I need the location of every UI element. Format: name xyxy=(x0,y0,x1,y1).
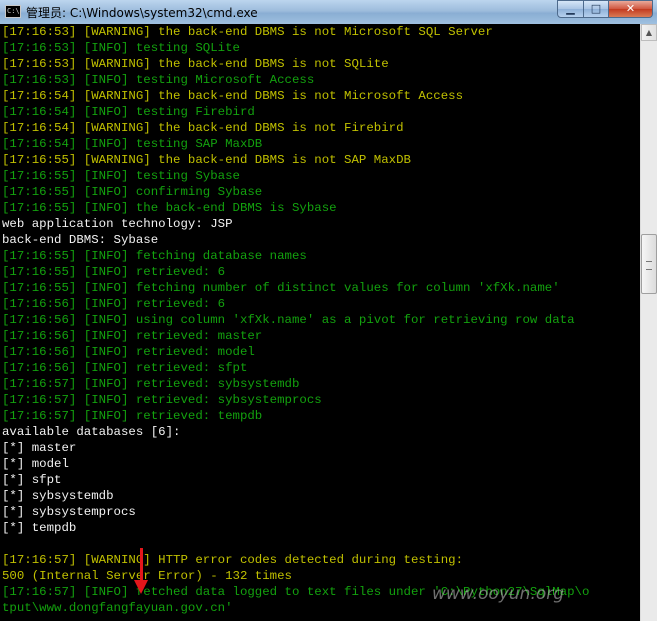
red-arrow-head-icon xyxy=(134,580,148,594)
watermark: www.ooyun.org xyxy=(432,584,565,604)
scroll-up-arrow-icon: ▲ xyxy=(645,28,653,37)
console-line: [17:16:53] [WARNING] the back-end DBMS i… xyxy=(2,57,389,71)
console-line: [17:16:54] [INFO] testing SAP MaxDB xyxy=(2,137,263,151)
console-line: back-end DBMS: Sybase xyxy=(2,233,159,247)
console-line: [*] sybsystemdb xyxy=(2,489,114,503)
window-title: 管理员: C:\Windows\system32\cmd.exe xyxy=(26,6,258,20)
console-line: [17:16:55] [INFO] fetching number of dis… xyxy=(2,281,560,295)
console-line: [17:16:56] [INFO] retrieved: sfpt xyxy=(2,361,248,375)
console-line: [*] sybsystemprocs xyxy=(2,505,136,519)
maximize-button[interactable]: □ xyxy=(583,0,609,18)
console-line: [17:16:54] [WARNING] the back-end DBMS i… xyxy=(2,121,404,135)
console-line: [17:16:54] [INFO] testing Firebird xyxy=(2,105,255,119)
console-line: [17:16:55] [WARNING] the back-end DBMS i… xyxy=(2,153,411,167)
console-line: [*] model xyxy=(2,457,69,471)
scroll-up-button[interactable]: ▲ xyxy=(641,24,657,41)
red-down-arrow-icon xyxy=(140,548,143,582)
close-icon: ✕ xyxy=(625,2,636,15)
console-line: [17:16:55] [INFO] confirming Sybase xyxy=(2,185,263,199)
vertical-scrollbar[interactable]: ▲ xyxy=(640,24,657,621)
console-line: [17:16:56] [INFO] using column 'xfXk.nam… xyxy=(2,313,575,327)
cmd-window: C:\ 管理员: C:\Windows\system32\cmd.exe ▁ □… xyxy=(0,0,657,621)
maximize-icon: □ xyxy=(590,2,602,15)
console-line: [17:16:55] [INFO] the back-end DBMS is S… xyxy=(2,201,337,215)
grip-icon xyxy=(646,261,652,270)
console-line: [*] tempdb xyxy=(2,521,77,535)
close-button[interactable]: ✕ xyxy=(608,0,653,18)
scrollbar-thumb[interactable] xyxy=(641,234,657,294)
minimize-button[interactable]: ▁ xyxy=(557,0,584,18)
console-line: 500 (Internal Server Error) - 132 times xyxy=(2,569,292,583)
console-line: [17:16:53] [INFO] testing SQLite xyxy=(2,41,240,55)
console-line: [17:16:53] [INFO] testing Microsoft Acce… xyxy=(2,73,315,87)
console-line: [17:16:55] [INFO] retrieved: 6 xyxy=(2,265,226,279)
cmd-icon: C:\ xyxy=(5,5,21,18)
title-bar[interactable]: C:\ 管理员: C:\Windows\system32\cmd.exe ▁ □… xyxy=(0,0,657,24)
console-lines: [17:16:53] [WARNING] the back-end DBMS i… xyxy=(2,24,589,616)
console-line: [17:16:55] [INFO] fetching database name… xyxy=(2,249,307,263)
console-line: [17:16:55] [INFO] testing Sybase xyxy=(2,169,240,183)
console-line: [17:16:54] [WARNING] the back-end DBMS i… xyxy=(2,89,464,103)
console-output[interactable]: [17:16:53] [WARNING] the back-end DBMS i… xyxy=(0,24,640,621)
minimize-icon: ▁ xyxy=(566,2,575,15)
console-line: [17:16:56] [INFO] retrieved: 6 xyxy=(2,297,226,311)
console-line: available databases [6]: xyxy=(2,425,181,439)
console-line: [17:16:57] [INFO] retrieved: tempdb xyxy=(2,409,263,423)
console-line: [17:16:56] [INFO] retrieved: model xyxy=(2,345,255,359)
console-line: [*] sfpt xyxy=(2,473,62,487)
console-line: [17:16:56] [INFO] retrieved: master xyxy=(2,329,263,343)
console-line: [17:16:53] [WARNING] the back-end DBMS i… xyxy=(2,25,493,39)
console-line: [17:16:57] [WARNING] HTTP error codes de… xyxy=(2,553,464,567)
console-line: [*] master xyxy=(2,441,77,455)
console-line: web application technology: JSP xyxy=(2,217,233,231)
console-line: [17:16:57] [INFO] retrieved: sybsystemdb xyxy=(2,377,300,391)
console-line: [17:16:57] [INFO] retrieved: sybsystempr… xyxy=(2,393,322,407)
